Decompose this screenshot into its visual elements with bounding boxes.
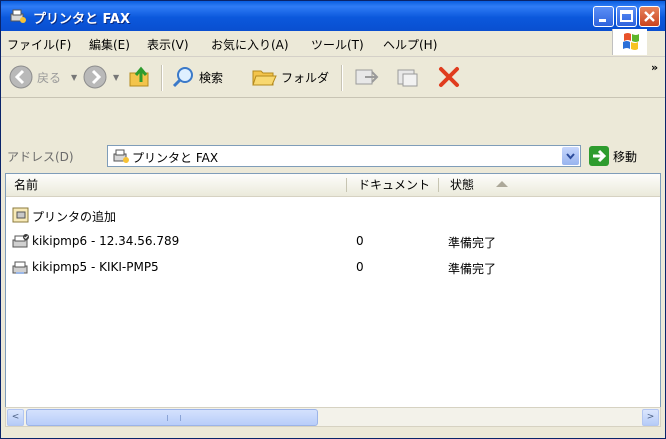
scroll-thumb[interactable]: [26, 409, 318, 426]
address-value: プリンタと FAX: [132, 151, 219, 165]
item-name: kikipmp6 - 12.34.56.789: [32, 234, 180, 248]
copy-to-button[interactable]: [395, 65, 421, 89]
windows-flag-icon: [623, 33, 639, 50]
delete-button[interactable]: [437, 65, 461, 89]
back-dropdown-icon[interactable]: ▼: [71, 73, 77, 82]
menu-view[interactable]: 表示(V): [147, 36, 189, 53]
go-label: 移動: [613, 149, 638, 164]
go-button[interactable]: 移動: [589, 146, 637, 166]
search-label: 検索: [199, 70, 224, 85]
delete-icon: [439, 67, 459, 87]
column-header: 名前 ドキュメント 状態: [6, 174, 660, 197]
scroll-right-button[interactable]: >: [642, 409, 659, 426]
forward-arrow-icon: [83, 65, 107, 89]
minimize-button[interactable]: [593, 6, 614, 27]
minimize-icon: [599, 19, 606, 22]
address-field[interactable]: プリンタと FAX: [107, 145, 581, 167]
standard-toolbar: 戻る ▼ ▼ 検索 フォルダ »: [1, 57, 665, 98]
menu-bar: ファイル(F) 編集(E) 表示(V) お気に入り(A) ツール(T) ヘルプ(…: [1, 31, 665, 57]
file-list-view[interactable]: 名前 ドキュメント 状態 プリンタの追加 kikipmp6 - 12.34.56…: [5, 173, 661, 413]
explorer-window: プリンタと FAX ファイル(F) 編集(E) 表示(V) お気に入り(A) ツ…: [0, 0, 666, 439]
forward-button[interactable]: [83, 65, 107, 89]
address-bar: アドレス(D) プリンタと FAX 移動: [1, 141, 665, 171]
item-name: kikipmp5 - KIKI-PMP5: [32, 260, 159, 274]
move-to-button[interactable]: [353, 65, 379, 89]
printer-default-icon: [12, 234, 29, 248]
column-divider[interactable]: [346, 178, 347, 192]
folders-label: フォルダ: [281, 70, 330, 85]
column-status[interactable]: 状態: [450, 174, 474, 196]
printers-folder-icon: [113, 149, 129, 163]
column-name[interactable]: 名前: [14, 174, 38, 196]
column-documents[interactable]: ドキュメント: [358, 174, 430, 196]
move-to-folder-icon: [355, 69, 379, 85]
toolbar-separator: [161, 65, 163, 91]
maximize-button[interactable]: [616, 6, 637, 27]
item-status: 準備完了: [448, 262, 497, 276]
column-divider[interactable]: [438, 178, 439, 192]
close-icon: [644, 11, 655, 22]
list-item-printer[interactable]: kikipmp6 - 12.34.56.789 0 準備完了: [6, 230, 660, 252]
go-arrow-icon: [589, 146, 609, 166]
printer-icon: [12, 261, 28, 274]
title-bar[interactable]: プリンタと FAX: [1, 1, 665, 31]
item-documents: 0: [356, 234, 364, 248]
up-folder-button[interactable]: [127, 64, 153, 90]
menu-favorites[interactable]: お気に入り(A): [211, 36, 289, 53]
window-title: プリンタと FAX: [33, 12, 130, 27]
close-button[interactable]: [639, 6, 660, 27]
back-arrow-icon: [9, 65, 33, 89]
toolbar-overflow-chevron[interactable]: »: [651, 61, 658, 74]
forward-dropdown-icon[interactable]: ▼: [113, 73, 119, 82]
scroll-grip: [167, 415, 181, 421]
back-label: 戻る: [37, 70, 62, 85]
menu-file[interactable]: ファイル(F): [7, 36, 71, 53]
folders-button[interactable]: フォルダ: [251, 65, 329, 89]
sort-ascending-icon: [496, 181, 508, 187]
horizontal-scrollbar[interactable]: < >: [5, 407, 661, 427]
scroll-left-button[interactable]: <: [7, 409, 24, 426]
list-item-printer[interactable]: kikipmp5 - KIKI-PMP5 0 準備完了: [6, 256, 660, 278]
up-folder-icon: [129, 66, 149, 87]
back-button[interactable]: 戻る: [9, 65, 61, 89]
search-icon: [172, 67, 193, 88]
item-name: プリンタの追加: [32, 210, 117, 224]
maximize-icon: [620, 10, 633, 22]
address-dropdown-button[interactable]: [562, 147, 579, 165]
menu-edit[interactable]: 編集(E): [89, 36, 130, 53]
copy-to-folder-icon: [397, 69, 418, 87]
chevron-down-icon: [566, 153, 575, 160]
menu-tools[interactable]: ツール(T): [311, 36, 364, 53]
windows-logo: [612, 29, 647, 55]
add-printer-icon: [12, 207, 29, 223]
address-label: アドレス(D): [7, 150, 74, 164]
list-item-add-printer[interactable]: プリンタの追加: [6, 204, 660, 226]
toolbar-separator: [341, 65, 343, 91]
item-documents: 0: [356, 260, 364, 274]
item-status: 準備完了: [448, 236, 497, 250]
menu-help[interactable]: ヘルプ(H): [383, 36, 437, 53]
folders-icon: [252, 70, 277, 86]
search-button[interactable]: 検索: [171, 65, 223, 89]
printers-folder-icon: [10, 9, 26, 23]
